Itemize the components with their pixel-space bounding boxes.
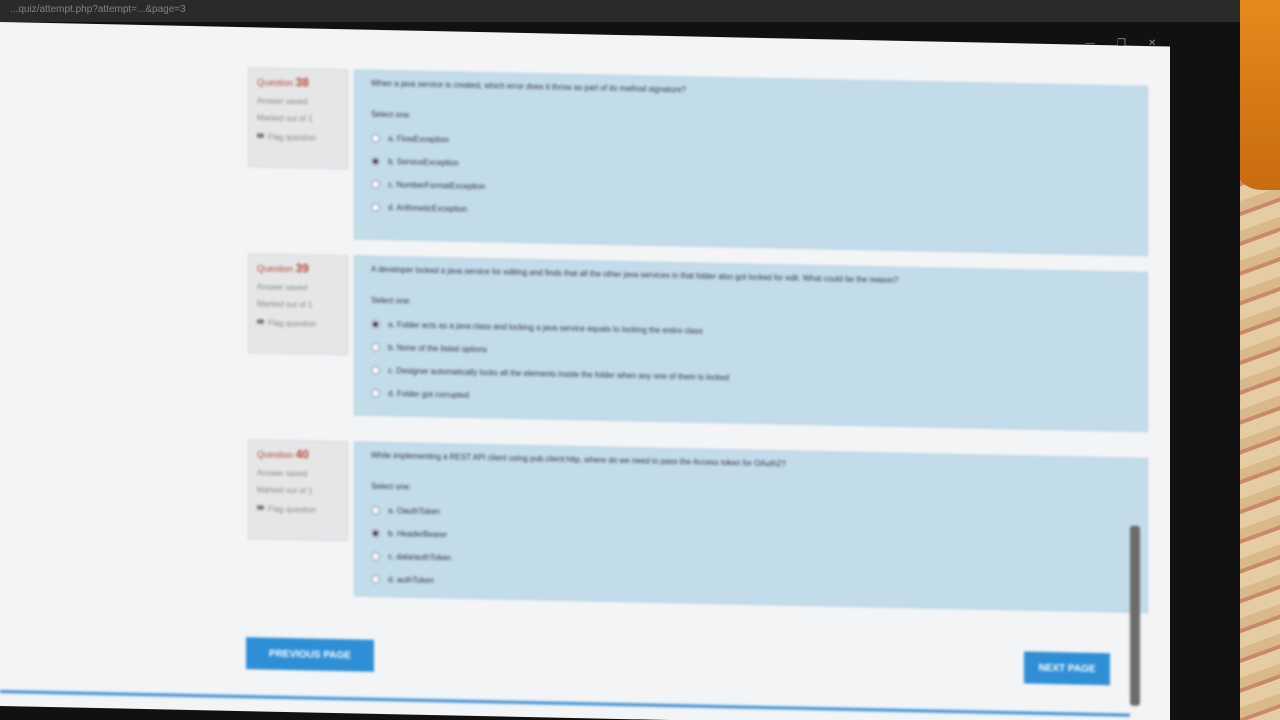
radio-button[interactable] — [371, 551, 380, 561]
question-info: Question 40 Answer saved Marked out of 1… — [248, 439, 348, 542]
question-block-39: Question 39 Answer saved Marked out of 1… — [248, 253, 1148, 433]
option-label: a. OauthToken — [388, 506, 441, 517]
question-number: Question 38 — [257, 75, 309, 90]
window-controls: — ❐ ✕ — [1085, 38, 1175, 52]
browser-url[interactable]: ...quiz/attempt.php?attempt=...&page=3 — [10, 4, 186, 15]
question-mark: Marked out of 1 — [257, 299, 313, 310]
radio-button-selected[interactable] — [371, 528, 380, 538]
flag-question-button[interactable]: Flag question — [257, 504, 339, 515]
option-label: d. Folder got corrupted — [388, 389, 469, 400]
radio-button[interactable] — [371, 574, 380, 584]
radio-button[interactable] — [371, 388, 380, 398]
option-label: c. NumberFormatException — [388, 180, 486, 192]
radio-button-selected[interactable] — [371, 156, 380, 166]
question-mark: Marked out of 1 — [257, 113, 313, 124]
radio-button[interactable] — [371, 365, 380, 375]
close-icon[interactable]: ✕ — [1148, 38, 1156, 52]
option-label: b. ServiceException — [388, 157, 459, 168]
option-label: c. data/authToken — [388, 552, 452, 563]
previous-page-button[interactable]: PREVIOUS PAGE — [246, 637, 374, 672]
flag-icon — [257, 133, 264, 141]
radio-button[interactable] — [371, 179, 380, 189]
flag-label: Flag question — [268, 318, 317, 329]
option-label: a. FlowException — [388, 134, 449, 145]
browser-address-bar[interactable]: ...quiz/attempt.php?attempt=...&page=3 — [0, 0, 1240, 22]
option-label: b. None of the listed options — [388, 343, 488, 355]
next-page-button[interactable]: NEXT PAGE — [1024, 651, 1110, 686]
question-status: Answer saved — [257, 282, 308, 293]
question-text: While implementing a REST API client usi… — [371, 450, 786, 469]
option-label: b. HeaderBearer — [388, 529, 448, 540]
flag-icon — [257, 319, 264, 327]
question-text: A developer locked a java service for ed… — [371, 264, 899, 285]
question-status: Answer saved — [257, 468, 308, 479]
option-label: a. Folder acts as a java class and locki… — [388, 320, 703, 336]
question-block-38: Question 38 Answer saved Marked out of 1… — [248, 67, 1148, 257]
maximize-icon[interactable]: ❐ — [1117, 38, 1126, 52]
question-number: Question 39 — [257, 261, 309, 276]
question-content: When a java service is created, which er… — [354, 69, 1148, 257]
flag-icon — [257, 505, 264, 513]
radio-button[interactable] — [371, 342, 380, 352]
question-info: Question 39 Answer saved Marked out of 1… — [248, 253, 348, 356]
scrollbar[interactable] — [1130, 525, 1140, 706]
flag-label: Flag question — [268, 132, 317, 143]
radio-button[interactable] — [371, 133, 380, 143]
question-info: Question 38 Answer saved Marked out of 1… — [248, 67, 348, 170]
question-content: While implementing a REST API client usi… — [354, 441, 1148, 614]
flag-question-button[interactable]: Flag question — [257, 132, 339, 143]
flag-question-button[interactable]: Flag question — [257, 318, 339, 329]
question-block-40: Question 40 Answer saved Marked out of 1… — [248, 439, 1148, 614]
flag-label: Flag question — [268, 504, 317, 515]
question-number: Question 40 — [257, 447, 309, 462]
question-mark: Marked out of 1 — [257, 485, 313, 496]
radio-button[interactable] — [371, 505, 380, 515]
question-text: When a java service is created, which er… — [371, 78, 686, 95]
minimize-icon[interactable]: — — [1085, 38, 1095, 52]
option-label: c. Designer automatically locks all the … — [388, 366, 730, 383]
question-status: Answer saved — [257, 96, 308, 107]
radio-button[interactable] — [371, 202, 380, 212]
option-label: d. authToken — [388, 575, 434, 586]
radio-button-selected[interactable] — [371, 319, 380, 329]
option-label: d. ArithmeticException — [388, 203, 468, 214]
question-content: A developer locked a java service for ed… — [354, 255, 1148, 433]
quiz-screen: Question 38 Answer saved Marked out of 1… — [0, 22, 1170, 720]
